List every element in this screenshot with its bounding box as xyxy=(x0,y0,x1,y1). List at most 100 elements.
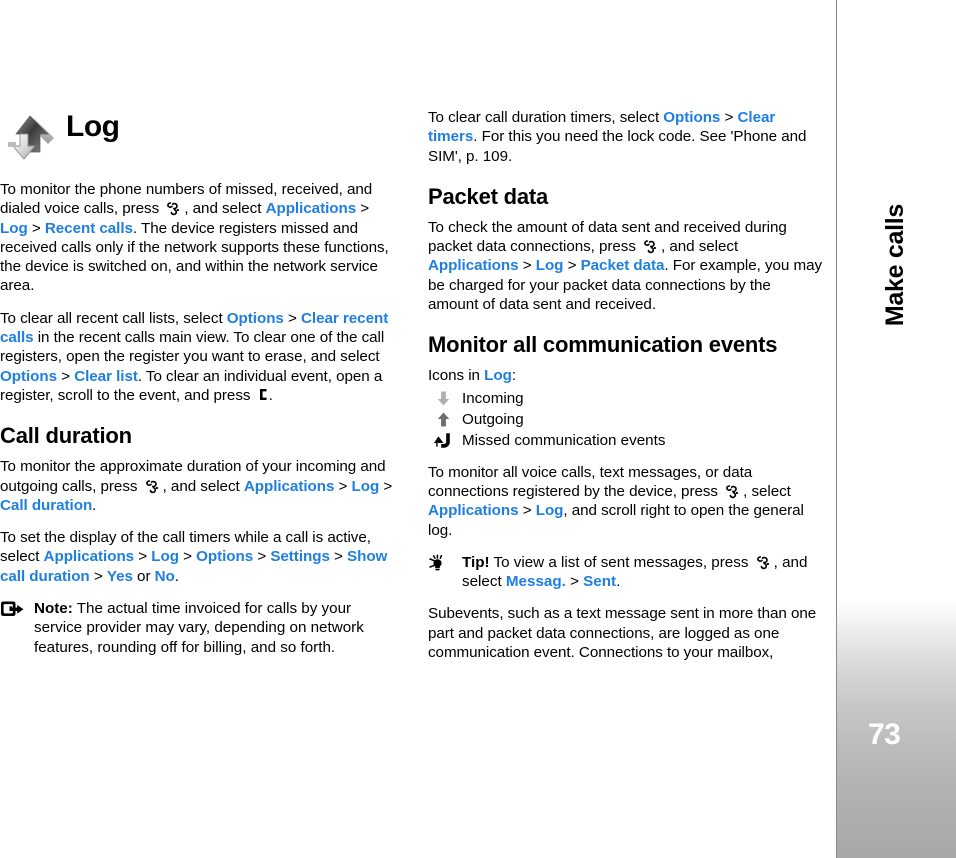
arrow-down-icon xyxy=(428,389,458,408)
menu-key-icon xyxy=(145,479,160,494)
ui-path-applications: Applications xyxy=(428,257,519,275)
ui-path-applications: Applications xyxy=(243,477,335,495)
chapter-sidebar: Make calls 73 xyxy=(836,0,956,858)
ui-path-recent-calls: Recent calls xyxy=(44,219,133,237)
page-title: Log xyxy=(66,110,120,143)
ui-path-settings: Settings xyxy=(270,548,330,566)
text-run: or xyxy=(132,567,155,585)
separator: > xyxy=(518,502,536,520)
ui-path-log: Log xyxy=(535,257,564,275)
ui-path-options: Options xyxy=(663,109,721,126)
separator: > xyxy=(134,548,152,566)
separator: > xyxy=(329,548,348,566)
icons-intro: Icons in Log: xyxy=(428,366,823,385)
separator: > xyxy=(720,109,738,126)
text-run: : xyxy=(511,367,516,385)
ui-path-log: Log xyxy=(0,219,28,237)
paragraph-call-duration: To monitor the approximate duration of y… xyxy=(0,457,395,515)
legend-item-incoming: Incoming xyxy=(428,388,823,409)
menu-key-icon xyxy=(756,555,771,570)
ui-path-options-2: Options xyxy=(0,367,58,385)
text-run: , select xyxy=(743,482,791,500)
note-text: The actual time invoiced for calls by yo… xyxy=(34,600,364,656)
legend-item-missed: Missed communication events xyxy=(428,430,823,451)
separator: > xyxy=(89,567,107,585)
icon-legend: Incoming Outgoing Missed communication e… xyxy=(428,388,823,451)
menu-key-icon xyxy=(725,484,740,499)
legend-label: Missed communication events xyxy=(462,431,666,449)
separator: > xyxy=(565,573,584,591)
page-number: 73 xyxy=(868,718,901,751)
right-text-column: To clear call duration timers, select Op… xyxy=(428,108,823,675)
text-run: Icons in xyxy=(428,367,485,385)
legend-item-outgoing: Outgoing xyxy=(428,409,823,430)
paragraph-subevents: Subevents, such as a text message sent i… xyxy=(428,604,823,662)
text-run: in the recent calls main view. To clear … xyxy=(0,329,385,366)
paragraph-monitor-all: To monitor all voice calls, text message… xyxy=(428,463,823,540)
paragraph-clear-lists: To clear all recent call lists, select O… xyxy=(0,309,395,405)
text-run: . xyxy=(174,567,179,585)
separator: > xyxy=(178,548,197,566)
menu-key-icon xyxy=(166,201,181,216)
ui-path-applications: Applications xyxy=(43,548,135,566)
separator: > xyxy=(563,257,581,275)
log-arrows-icon xyxy=(4,112,58,164)
sidebar-title-wrap: Make calls xyxy=(863,100,909,326)
separator: > xyxy=(356,200,370,218)
separator: > xyxy=(283,309,301,327)
separator: > xyxy=(57,367,75,385)
heading-call-duration: Call duration xyxy=(0,423,132,449)
manual-page: Log To monitor the phone numbers of miss… xyxy=(0,0,956,858)
missed-call-icon xyxy=(428,431,458,450)
sidebar-section-label: Make calls xyxy=(881,204,909,327)
text-run: . For this you need the lock code. See '… xyxy=(428,128,807,165)
separator: > xyxy=(334,477,352,495)
text-run: , and select xyxy=(661,238,739,256)
ui-path-log: Log xyxy=(351,477,380,495)
chapter-heading: Log xyxy=(0,108,400,166)
separator: > xyxy=(253,548,271,566)
ui-path-options: Options xyxy=(226,309,284,327)
ui-path-messag: Messag. xyxy=(505,573,566,591)
text-run: , and select xyxy=(184,200,266,218)
tip-callout: Tip! To view a list of sent messages, pr… xyxy=(428,553,823,592)
legend-label: Incoming xyxy=(462,389,524,407)
legend-label: Outgoing xyxy=(462,410,524,428)
text-run: . xyxy=(92,496,97,514)
ui-path-packet-data: Packet data xyxy=(580,257,665,275)
text-run: . xyxy=(268,386,273,404)
separator: > xyxy=(379,477,393,495)
text-run: To clear call duration timers, select xyxy=(428,109,664,126)
text-run: . xyxy=(616,573,621,591)
ui-path-log: Log xyxy=(151,548,179,566)
text-run: , and select xyxy=(162,477,244,495)
note-callout: Note: The actual time invoiced for calls… xyxy=(0,599,395,657)
paragraph-clear-timers: To clear call duration timers, select Op… xyxy=(428,108,823,166)
text-run: Subevents, such as a text message sent i… xyxy=(428,605,817,662)
ui-path-options: Options xyxy=(196,548,254,566)
text-run: To monitor all voice calls, text message… xyxy=(428,463,753,500)
tip-bulb-icon xyxy=(428,554,454,572)
paragraph-call-timers: To set the display of the call timers wh… xyxy=(0,528,395,586)
ui-path-log: Log xyxy=(484,367,512,385)
ui-option-no: No xyxy=(154,567,175,585)
arrow-up-icon xyxy=(428,410,458,429)
paragraph-packet-data: To check the amount of data sent and rec… xyxy=(428,218,823,314)
heading-packet-data: Packet data xyxy=(428,183,549,209)
heading-monitor-events: Monitor all communication events xyxy=(428,332,778,358)
paragraph-monitor-numbers: To monitor the phone numbers of missed, … xyxy=(0,180,395,296)
text-run: To clear all recent call lists, select xyxy=(0,309,227,327)
note-label: Note: xyxy=(34,600,73,618)
ui-path-applications: Applications xyxy=(428,502,519,520)
separator: > xyxy=(27,219,45,237)
ui-path-clear-list: Clear list xyxy=(74,367,138,385)
clear-key-icon xyxy=(256,387,268,402)
ui-path-applications: Applications xyxy=(265,200,357,218)
separator: > xyxy=(518,257,536,275)
ui-path-log: Log xyxy=(535,502,564,520)
left-text-column: To monitor the phone numbers of missed, … xyxy=(0,180,395,670)
text-run: To view a list of sent messages, press xyxy=(489,553,753,571)
menu-key-icon xyxy=(643,239,658,254)
note-icon xyxy=(0,600,26,618)
ui-path-call-duration: Call duration xyxy=(0,496,93,514)
